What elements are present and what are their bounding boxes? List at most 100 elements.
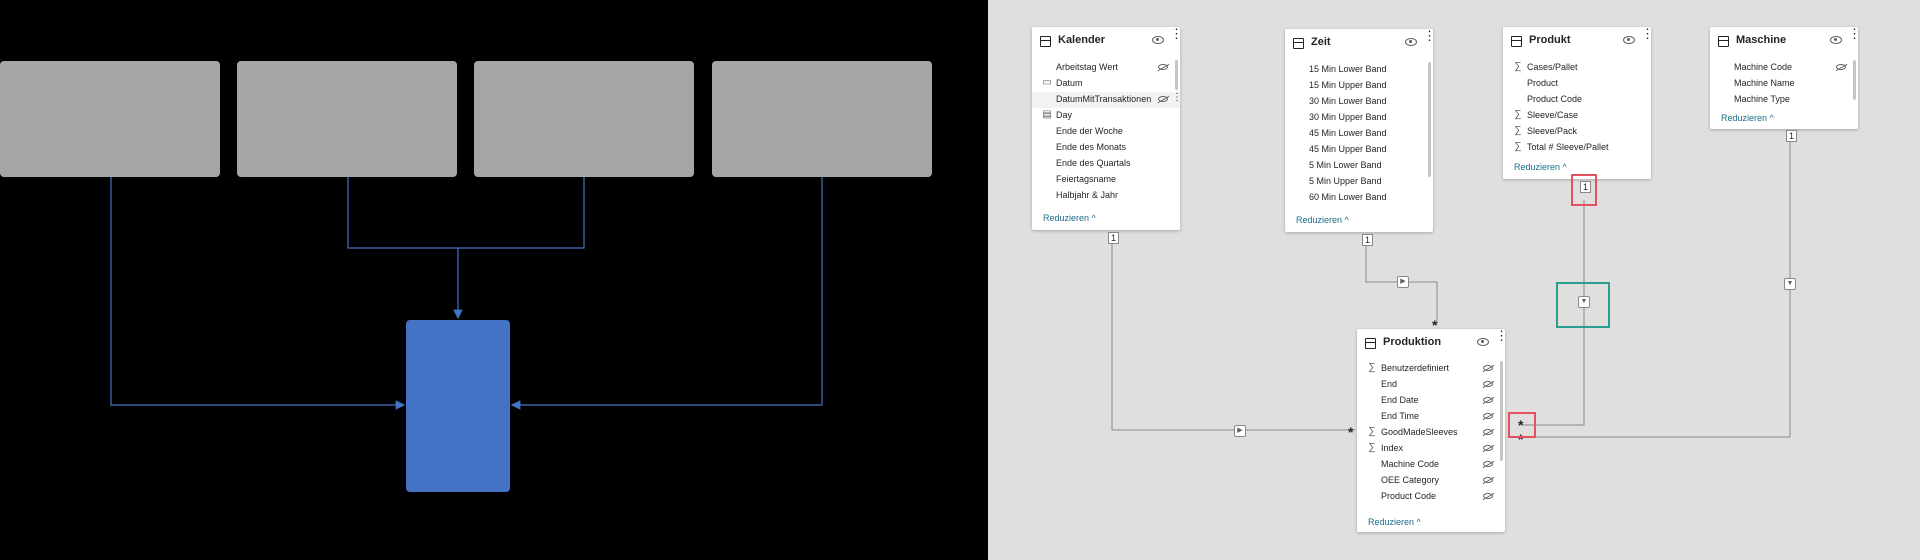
field-row[interactable]: Ende des Monats: [1032, 140, 1180, 156]
scrollbar[interactable]: [1500, 361, 1503, 461]
field-row[interactable]: 5 Min Upper Band: [1285, 174, 1433, 190]
table-card-zeit[interactable]: Zeit ⋮ 15 Min Lower Band 15 Min Upper Ba…: [1285, 29, 1436, 232]
cardinality-many-kalender: *: [1348, 424, 1354, 440]
table-title: Kalender: [1058, 34, 1106, 46]
field-row[interactable]: Machine Code: [1710, 60, 1858, 76]
sigma-icon: ∑: [1368, 442, 1376, 453]
table-header[interactable]: Zeit ⋮: [1285, 29, 1436, 59]
eye-hidden-icon[interactable]: [1483, 381, 1493, 387]
field-row[interactable]: ▤ Day: [1032, 108, 1180, 124]
field-row[interactable]: Product Code: [1503, 92, 1651, 108]
field-row[interactable]: 30 Min Lower Band: [1285, 94, 1433, 110]
blue-fact-box: [406, 320, 510, 492]
more-options-icon[interactable]: ⋮: [1848, 27, 1861, 40]
field-row[interactable]: Ende der Woche: [1032, 124, 1180, 140]
table-icon: [1718, 36, 1729, 47]
eye-hidden-icon[interactable]: [1483, 461, 1493, 467]
table-title: Maschine: [1736, 34, 1787, 46]
field-row[interactable]: ∑ GoodMadeSleeves: [1357, 425, 1505, 441]
eye-hidden-icon[interactable]: [1483, 445, 1493, 451]
connector-box2: [347, 177, 458, 249]
chevron-up-icon: ^: [1416, 517, 1421, 527]
field-row[interactable]: Product Code: [1357, 489, 1505, 505]
more-options-icon[interactable]: ⋮: [1641, 27, 1654, 40]
more-options-icon[interactable]: ⋮: [1170, 27, 1183, 40]
field-row[interactable]: 15 Min Upper Band: [1285, 78, 1433, 94]
more-options-icon[interactable]: ⋮: [1172, 92, 1182, 103]
field-row[interactable]: ∑ Index: [1357, 441, 1505, 457]
table-header[interactable]: Produkt ⋮: [1503, 27, 1654, 57]
reduce-link[interactable]: Reduzieren ^: [1368, 517, 1421, 527]
table-card-produktion[interactable]: Produktion ⋮ ∑ Benutzerdefiniert End End …: [1357, 329, 1508, 532]
cardinality-many-zeit: *: [1432, 317, 1438, 333]
eye-icon[interactable]: [1405, 38, 1417, 46]
eye-hidden-icon[interactable]: [1483, 493, 1493, 499]
eye-hidden-icon[interactable]: [1483, 477, 1493, 483]
reduce-link[interactable]: Reduzieren ^: [1296, 215, 1349, 225]
sigma-icon: ∑: [1514, 141, 1522, 152]
field-row[interactable]: 45 Min Lower Band: [1285, 126, 1433, 142]
chevron-up-icon: ^: [1562, 162, 1567, 172]
field-row[interactable]: 60 Min Lower Band: [1285, 190, 1433, 206]
field-row[interactable]: Machine Code: [1357, 457, 1505, 473]
eye-hidden-icon[interactable]: [1483, 397, 1493, 403]
highlight-filter-direction: [1556, 282, 1610, 328]
more-options-icon[interactable]: ⋮: [1423, 29, 1436, 42]
field-row[interactable]: Halbjahr & Jahr: [1032, 188, 1180, 204]
field-row[interactable]: ∑ Benutzerdefiniert: [1357, 361, 1505, 377]
eye-hidden-icon[interactable]: [1483, 429, 1493, 435]
cardinality-one-zeit: 1: [1362, 234, 1374, 246]
field-row[interactable]: End Date: [1357, 393, 1505, 409]
table-header[interactable]: Produktion ⋮: [1357, 329, 1508, 359]
scrollbar[interactable]: [1175, 60, 1178, 90]
field-row[interactable]: ∑ Sleeve/Pack: [1503, 124, 1651, 140]
table-card-maschine[interactable]: Maschine ⋮ Machine Code Machine Name Mac…: [1710, 27, 1861, 129]
field-row[interactable]: ∑ Sleeve/Case: [1503, 108, 1651, 124]
filter-direction-icon[interactable]: ▶: [1397, 276, 1409, 288]
eye-icon[interactable]: [1152, 36, 1164, 44]
filter-direction-icon[interactable]: ▼: [1784, 278, 1796, 290]
field-row[interactable]: 30 Min Upper Band: [1285, 110, 1433, 126]
hierarchy-field-icon: ▤: [1042, 109, 1052, 120]
eye-hidden-icon[interactable]: [1158, 64, 1168, 70]
reduce-link[interactable]: Reduzieren ^: [1043, 213, 1096, 223]
field-row[interactable]: Machine Type: [1710, 92, 1858, 108]
field-row[interactable]: OEE Category: [1357, 473, 1505, 489]
connector-box4: [510, 177, 823, 410]
eye-hidden-icon[interactable]: [1483, 365, 1493, 371]
field-row[interactable]: Arbeitstag Wert: [1032, 60, 1180, 76]
filter-direction-icon[interactable]: ▶: [1234, 425, 1246, 437]
field-row[interactable]: 15 Min Lower Band: [1285, 62, 1433, 78]
field-row[interactable]: Feiertagsname: [1032, 172, 1180, 188]
more-options-icon[interactable]: ⋮: [1495, 329, 1508, 342]
table-card-produkt[interactable]: Produkt ⋮ ∑ Cases/Pallet Product Product …: [1503, 27, 1654, 179]
field-row[interactable]: End Time: [1357, 409, 1505, 425]
table-card-kalender[interactable]: Kalender ⋮ Arbeitstag Wert ▭ Datum DatumM…: [1032, 27, 1183, 230]
table-header[interactable]: Kalender ⋮: [1032, 27, 1183, 57]
eye-icon[interactable]: [1477, 338, 1489, 346]
scrollbar[interactable]: [1853, 60, 1856, 100]
eye-hidden-icon[interactable]: [1158, 96, 1168, 102]
reduce-link[interactable]: Reduzieren ^: [1514, 162, 1567, 172]
field-row[interactable]: Machine Name: [1710, 76, 1858, 92]
field-row[interactable]: 45 Min Upper Band: [1285, 142, 1433, 158]
eye-icon[interactable]: [1623, 36, 1635, 44]
table-icon: [1511, 36, 1522, 47]
field-row[interactable]: ▭ Datum: [1032, 76, 1180, 92]
field-row[interactable]: Product: [1503, 76, 1651, 92]
table-header[interactable]: Maschine ⋮: [1710, 27, 1861, 57]
field-row[interactable]: ∑ Cases/Pallet: [1503, 60, 1651, 76]
scrollbar[interactable]: [1428, 62, 1431, 177]
field-row[interactable]: ∑ Total # Sleeve/Pallet: [1503, 140, 1651, 156]
calendar-field-icon: ▭: [1042, 77, 1052, 88]
eye-hidden-icon[interactable]: [1483, 413, 1493, 419]
field-row[interactable]: Ende des Quartals: [1032, 156, 1180, 172]
eye-icon[interactable]: [1830, 36, 1842, 44]
model-view-panel: Kalender ⋮ Arbeitstag Wert ▭ Datum DatumM…: [988, 0, 1920, 560]
chevron-up-icon: ^: [1769, 113, 1774, 123]
field-row[interactable]: 5 Min Lower Band: [1285, 158, 1433, 174]
field-row[interactable]: End: [1357, 377, 1505, 393]
eye-hidden-icon[interactable]: [1836, 64, 1846, 70]
reduce-link[interactable]: Reduzieren ^: [1721, 113, 1774, 123]
field-row[interactable]: DatumMitTransaktionen ⋮: [1032, 92, 1182, 108]
